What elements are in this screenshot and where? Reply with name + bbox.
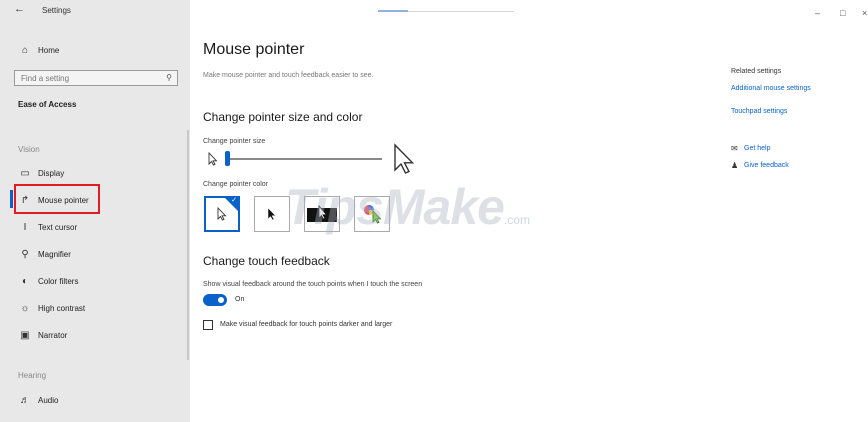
narrator-icon: ▣ xyxy=(20,329,30,341)
magnifier-icon: ⚲ xyxy=(21,248,29,260)
get-help-label: Get help xyxy=(744,145,771,152)
give-feedback-link[interactable]: ♟ Give feedback xyxy=(731,161,789,170)
related-settings-title: Related settings xyxy=(731,68,782,75)
search-icon: ⚲ xyxy=(166,73,172,82)
sidebar-item-text-cursor[interactable]: I Text cursor xyxy=(0,214,190,240)
text-cursor-icon: I xyxy=(23,221,27,233)
highlight-box xyxy=(14,184,100,214)
sidebar-item-label: Narrator xyxy=(38,330,68,340)
touchpad-settings-link[interactable]: Touchpad settings xyxy=(731,108,787,115)
vision-section-label: Vision xyxy=(18,145,40,154)
give-feedback-label: Give feedback xyxy=(744,162,789,169)
large-pointer-icon xyxy=(393,143,415,180)
sidebar-item-label: Text cursor xyxy=(38,222,78,232)
sidebar-item-home[interactable]: ⌂ Home xyxy=(0,37,190,63)
small-pointer-icon xyxy=(208,151,218,169)
title-accent xyxy=(378,10,408,12)
help-chat-icon: ✉ xyxy=(731,144,738,153)
maximize-icon[interactable]: □ xyxy=(840,8,845,18)
pointer-size-slider-thumb[interactable] xyxy=(225,151,230,166)
sidebar-item-label: Color filters xyxy=(38,276,79,286)
high-contrast-icon: ☼ xyxy=(20,302,30,314)
pointer-size-slider-track[interactable] xyxy=(226,158,382,160)
touch-description: Show visual feedback around the touch po… xyxy=(203,281,423,288)
sidebar-item-display[interactable]: ▭ Display xyxy=(0,160,190,186)
touch-feedback-toggle[interactable] xyxy=(203,294,227,306)
page-title: Mouse pointer xyxy=(203,41,305,58)
hearing-section-label: Hearing xyxy=(18,371,47,380)
home-icon: ⌂ xyxy=(21,44,29,56)
feedback-icon: ♟ xyxy=(731,161,739,170)
checkbox-label: Make visual feedback for touch points da… xyxy=(220,321,393,328)
sidebar-item-audio[interactable]: ♬ Audio xyxy=(0,387,190,413)
sidebar-home-label: Home xyxy=(38,45,60,55)
additional-mouse-settings-link[interactable]: Additional mouse settings xyxy=(731,85,811,92)
toggle-knob xyxy=(218,297,224,303)
close-icon[interactable]: × xyxy=(862,8,867,18)
touch-heading: Change touch feedback xyxy=(203,254,330,268)
watermark: TipsMake.com xyxy=(285,178,530,236)
sidebar-item-high-contrast[interactable]: ☼ High contrast xyxy=(0,295,190,321)
sidebar-scrollbar[interactable] xyxy=(187,130,189,360)
black-pointer-icon xyxy=(267,207,277,221)
back-arrow-icon[interactable]: ← xyxy=(14,3,25,15)
minimize-icon[interactable]: – xyxy=(815,8,820,18)
sidebar-item-label: Audio xyxy=(38,395,59,405)
search-placeholder: Find a setting xyxy=(21,73,70,83)
get-help-link[interactable]: ✉ Get help xyxy=(731,144,770,153)
sidebar: ← Settings ⌂ Home Find a setting ⚲ Ease … xyxy=(0,0,190,422)
darker-feedback-checkbox[interactable] xyxy=(203,320,213,330)
page-description: Make mouse pointer and touch feedback ea… xyxy=(203,72,374,79)
sidebar-item-label: High contrast xyxy=(38,303,86,313)
sidebar-item-magnifier[interactable]: ⚲ Magnifier xyxy=(0,241,190,267)
size-label: Change pointer size xyxy=(203,138,266,145)
color-filter-icon: ◐ xyxy=(21,275,29,287)
sidebar-item-narrator[interactable]: ▣ Narrator xyxy=(0,322,190,348)
main-content: Mouse pointer Make mouse pointer and tou… xyxy=(190,0,868,422)
toggle-state-label: On xyxy=(235,296,245,303)
sidebar-item-label: Display xyxy=(38,168,65,178)
monitor-icon: ▭ xyxy=(20,167,30,179)
app-title: Settings xyxy=(42,6,71,15)
category-heading: Ease of Access xyxy=(18,100,77,109)
pointer-color-white[interactable]: ✓ xyxy=(204,196,240,232)
sidebar-item-label: Magnifier xyxy=(38,249,71,259)
color-label: Change pointer color xyxy=(203,181,268,188)
watermark-suffix: .com xyxy=(503,213,530,227)
search-input[interactable]: Find a setting ⚲ xyxy=(14,70,178,86)
title-line xyxy=(408,11,514,12)
size-color-heading: Change pointer size and color xyxy=(203,110,363,124)
check-icon: ✓ xyxy=(231,197,237,204)
sidebar-item-color-filters[interactable]: ◐ Color filters xyxy=(0,268,190,294)
speaker-icon: ♬ xyxy=(20,394,30,406)
watermark-text: TipsMake xyxy=(285,179,505,235)
